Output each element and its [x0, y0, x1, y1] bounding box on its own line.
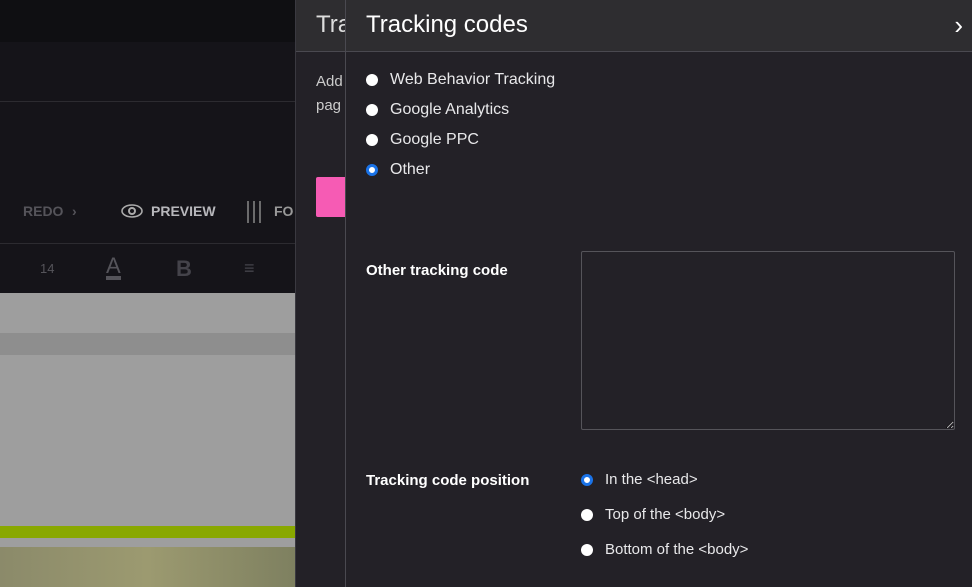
sliders-icon [247, 201, 261, 223]
email-canvas [0, 293, 295, 587]
tracking-codes-panel: Tracking codes › Web Behavior Tracking G… [345, 0, 972, 587]
chevron-right-icon[interactable]: › [954, 10, 963, 41]
position-label: Tracking code position [366, 472, 530, 489]
radio-bottom-body[interactable]: Bottom of the <body> [581, 541, 748, 558]
text-color-icon[interactable]: A [106, 255, 121, 280]
radio-other[interactable]: Other [366, 161, 430, 179]
divider [0, 101, 295, 102]
radio-top-body[interactable]: Top of the <body> [581, 506, 725, 523]
format-button[interactable]: FO [274, 203, 293, 219]
background-panel: Tra Add pag [295, 0, 346, 587]
font-size-select[interactable]: 14 [40, 261, 54, 276]
preview-button[interactable]: PREVIEW [121, 203, 216, 219]
preview-label: PREVIEW [151, 203, 216, 219]
align-icon[interactable]: ≡ [244, 258, 255, 279]
chevron-right-icon: › [72, 203, 77, 219]
panel-title: Tracking codes [366, 11, 528, 38]
description-text: pag [316, 97, 342, 114]
email-editor-background: REDO › PREVIEW FO 14 A B ≡ [0, 0, 295, 587]
panel-title: Tra [316, 11, 346, 38]
radio-google-analytics[interactable]: Google Analytics [366, 101, 509, 119]
radio-google-ppc[interactable]: Google PPC [366, 131, 479, 149]
other-code-label: Other tracking code [366, 262, 508, 279]
bold-icon[interactable]: B [176, 256, 192, 282]
pink-button[interactable] [316, 177, 346, 217]
top-bar [0, 0, 295, 42]
radio-head[interactable]: In the <head> [581, 471, 698, 488]
redo-button[interactable]: REDO [23, 203, 63, 219]
eye-icon [121, 204, 143, 218]
divider [0, 243, 295, 244]
other-code-textarea[interactable] [581, 251, 955, 430]
description-text: Add [316, 73, 343, 90]
radio-web-behavior[interactable]: Web Behavior Tracking [366, 71, 555, 89]
